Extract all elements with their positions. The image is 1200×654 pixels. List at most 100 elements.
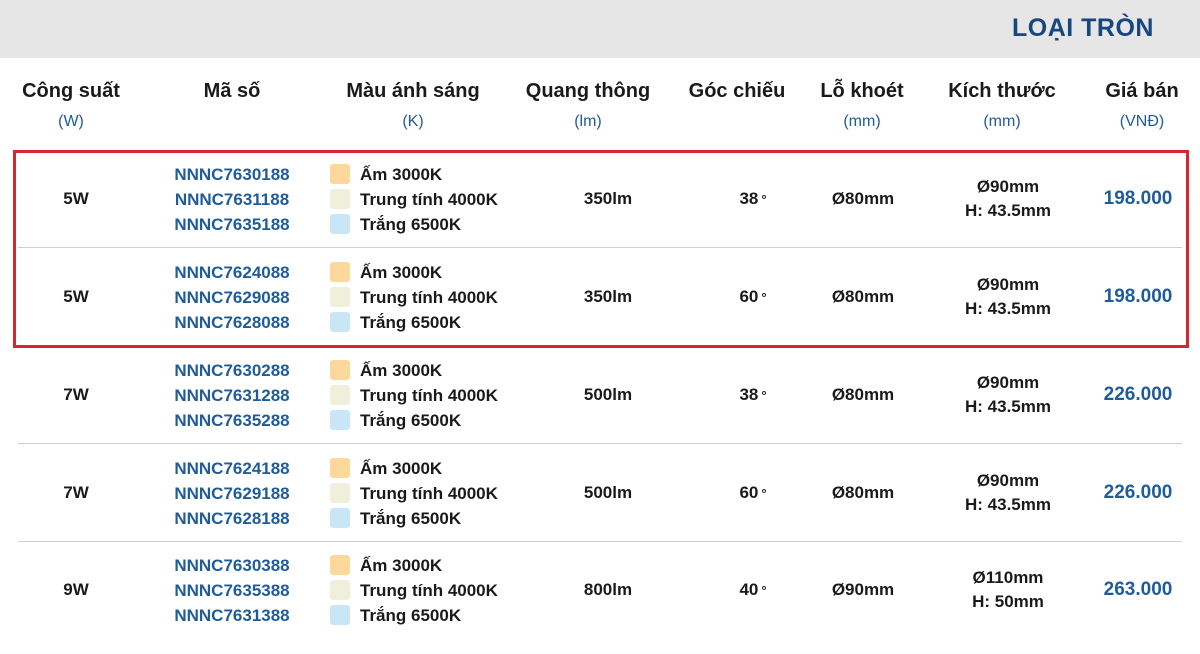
header-label: Màu ánh sáng [346,80,480,102]
angle-value: 38 [739,385,759,404]
product-code: NNNC7624188 [174,458,290,478]
degree-sign: ° [761,582,767,598]
header-label: Công suất [22,80,120,102]
light-label: Trắng 6500K [360,410,462,430]
height: H: 43.5mm [965,299,1051,318]
warm-swatch [330,360,350,380]
table-row: 9W NNNC7630388 NNNC7635388 NNNC7631388 Ấ… [18,542,1182,638]
header-label: Giá bán [1105,80,1179,102]
header-label: Lỗ khoét [820,80,904,102]
light-color-cell: Ấm 3000K Trung tính 4000K Trắng 6500K [330,150,520,248]
light-option: Ấm 3000K [330,358,442,383]
light-option: Trắng 6500K [330,310,461,335]
light-label: Trung tính 4000K [360,287,498,307]
light-color-cell: Ấm 3000K Trung tính 4000K Trắng 6500K [330,542,520,638]
white-swatch [330,214,350,234]
table-row: 7W NNNC7630288 NNNC7631288 NNNC7635288 Ấ… [18,346,1182,444]
code-cell: NNNC7624088 NNNC7629088 NNNC7628088 [154,248,310,346]
neutral-swatch [330,580,350,600]
product-code: NNNC7635188 [174,214,290,234]
dimension-cell: Ø90mm H: 43.5mm [938,248,1078,346]
light-label: Trung tính 4000K [360,385,498,405]
price-cell: 226.000 [1103,482,1173,503]
title-band: LOẠI TRÒN [0,0,1200,58]
header-flux: Quang thông (lm) [510,80,666,140]
angle-cell: 38 ° [698,346,808,444]
code-cell: NNNC7624188 NNNC7629188 NNNC7628188 [154,444,310,542]
light-label: Trắng 6500K [360,312,462,332]
neutral-swatch [330,483,350,503]
diameter: Ø90mm [976,177,1040,196]
light-option: Trung tính 4000K [330,578,498,603]
light-option: Trắng 6500K [330,506,461,531]
cutout-cell: Ø80mm [831,287,895,306]
flux-cell: 500lm [583,483,633,502]
table-row: 5W NNNC7630188 NNNC7631188 NNNC7635188 Ấ… [18,150,1182,248]
light-option: Trung tính 4000K [330,481,498,506]
header-unit: (mm) [843,113,881,130]
price-cell: 198.000 [1103,188,1173,209]
light-label: Ấm 3000K [360,164,443,184]
warm-swatch [330,458,350,478]
code-cell: NNNC7630388 NNNC7635388 NNNC7631388 [154,542,310,638]
warm-swatch [330,164,350,184]
diameter: Ø90mm [976,471,1040,490]
light-label: Trung tính 4000K [360,483,498,503]
angle-cell: 40 ° [698,542,808,638]
cutout-cell: Ø90mm [831,580,895,599]
header-unit: (W) [58,113,84,130]
height: H: 43.5mm [965,201,1051,220]
diameter: Ø90mm [976,275,1040,294]
product-code: NNNC7630288 [174,360,290,380]
white-swatch [330,605,350,625]
header-light-color: Màu ánh sáng (K) [328,80,498,140]
angle-value: 60 [739,287,759,306]
cutout-cell: Ø80mm [831,189,895,208]
light-color-cell: Ấm 3000K Trung tính 4000K Trắng 6500K [330,248,520,346]
header-unit: (VNĐ) [1119,113,1165,130]
code-cell: NNNC7630288 NNNC7631288 NNNC7635288 [154,346,310,444]
degree-sign: ° [761,387,767,403]
light-option: Ấm 3000K [330,553,442,578]
angle-cell: 60 ° [698,444,808,542]
power-cell: 7W [63,483,89,502]
light-label: Trắng 6500K [360,214,462,234]
neutral-swatch [330,287,350,307]
product-code: NNNC7629188 [174,483,290,503]
light-label: Trung tính 4000K [360,580,498,600]
light-option: Trắng 6500K [330,212,461,237]
light-option: Trắng 6500K [330,408,461,433]
header-unit: (mm) [983,113,1021,130]
height: H: 43.5mm [965,397,1051,416]
degree-sign: ° [761,191,767,207]
height: H: 50mm [972,592,1044,611]
height: H: 43.5mm [965,495,1051,514]
angle-value: 38 [739,189,759,208]
dimension-cell: Ø90mm H: 43.5mm [938,150,1078,248]
angle-value: 40 [739,580,759,599]
product-code: NNNC7629088 [174,287,290,307]
warm-swatch [330,262,350,282]
degree-sign: ° [761,289,767,305]
product-code: NNNC7630188 [174,164,290,184]
product-code: NNNC7635288 [174,410,290,430]
product-code: NNNC7630388 [174,555,290,575]
header-label: Quang thông [525,80,651,102]
power-cell: 7W [63,385,89,404]
cutout-cell: Ø80mm [831,385,895,404]
dimension-cell: Ø110mm H: 50mm [938,542,1078,638]
white-swatch [330,508,350,528]
light-option: Trung tính 4000K [330,187,498,212]
power-cell: 5W [63,189,89,208]
light-option: Trung tính 4000K [330,383,498,408]
product-code: NNNC7631188 [174,189,290,209]
product-code: NNNC7628088 [174,312,290,332]
header-unit: (K) [402,113,424,130]
price-cell: 226.000 [1103,384,1173,405]
light-label: Trắng 6500K [360,605,462,625]
table-row: 5W NNNC7624088 NNNC7629088 NNNC7628088 Ấ… [18,248,1182,346]
header-cutout: Lỗ khoét (mm) [806,80,918,140]
angle-cell: 38 ° [698,150,808,248]
light-label: Ấm 3000K [360,555,443,575]
flux-cell: 800lm [583,580,633,599]
